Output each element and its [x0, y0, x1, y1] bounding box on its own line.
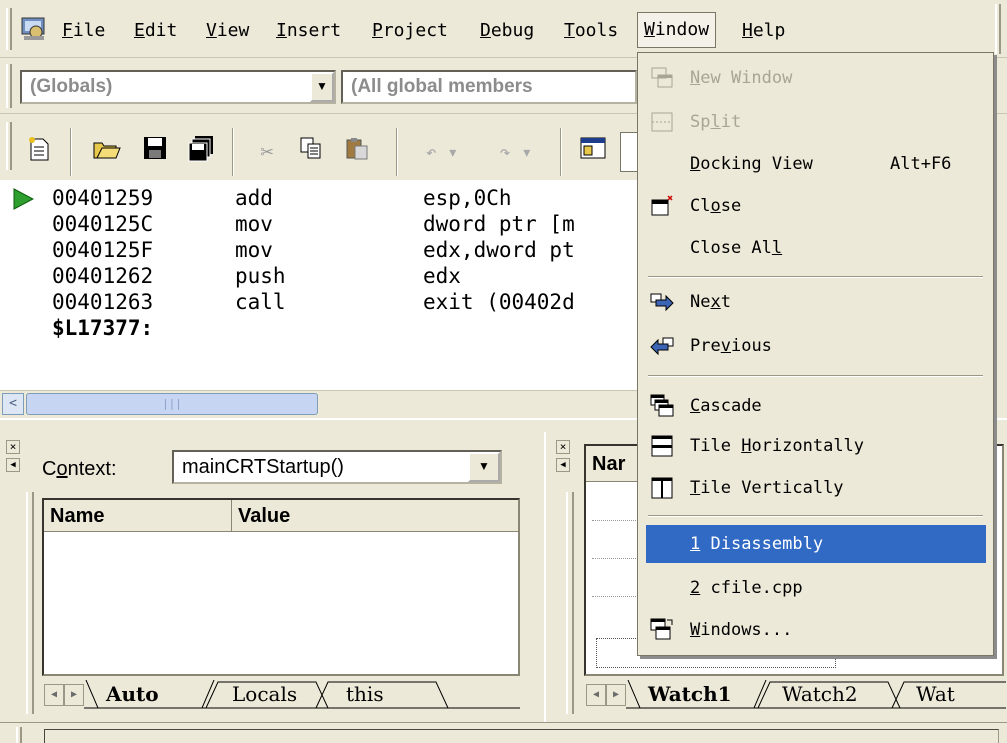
workspace-icon[interactable]: [576, 135, 610, 171]
tab-this[interactable]: this: [346, 680, 384, 708]
status-panel: [44, 729, 999, 743]
save-icon[interactable]: [138, 135, 172, 171]
disassembly-pane[interactable]: 00401259 add esp,0Ch 0040125C mov dword ptr …: [0, 180, 640, 392]
menubar-grip[interactable]: [6, 8, 12, 50]
watch-tab-strip: Watch1 Watch2 Wat: [626, 680, 1006, 710]
column-header-name[interactable]: Name: [44, 500, 232, 532]
menu-separator: [648, 515, 983, 517]
paste-icon: [340, 135, 374, 171]
windows-list-icon: [650, 618, 674, 642]
menu-window[interactable]: Window: [637, 12, 717, 48]
tab-scroll-right-icon[interactable]: ▶: [606, 684, 626, 706]
new-text-file-icon[interactable]: [22, 135, 56, 171]
menu-insert[interactable]: Insert: [270, 16, 347, 46]
menu-item-previous[interactable]: Previous: [640, 327, 988, 365]
tab-scroll-left-icon[interactable]: ◀: [586, 684, 606, 706]
pane-grip[interactable]: [566, 492, 574, 714]
menu-item-cascade[interactable]: Cascade: [640, 387, 988, 425]
variables-list[interactable]: Name Value: [42, 498, 520, 676]
menu-item-window-cfile[interactable]: 2 cfile.cpp: [640, 569, 988, 607]
members-value: (All global members: [351, 76, 533, 97]
close-window-icon: [650, 194, 674, 218]
context-label: Context:: [42, 458, 117, 480]
open-folder-icon[interactable]: [90, 135, 124, 171]
menu-item-docking-view[interactable]: Docking View Alt+F6: [640, 145, 988, 183]
window-menu: New Window Split Docking View Alt+F6 Clo…: [637, 52, 994, 656]
close-pane-icon[interactable]: ×: [6, 440, 20, 454]
menu-bar: File Edit View Insert Project Debug Tool…: [0, 0, 1007, 58]
next-arrow-icon: [650, 290, 674, 314]
close-pane-icon[interactable]: ×: [556, 440, 570, 454]
menu-item-split: Split: [640, 103, 988, 141]
code-label[interactable]: $L17377:: [52, 315, 153, 341]
cascade-icon: [650, 394, 674, 418]
menu-item-window-disassembly[interactable]: 1 Disassembly: [646, 525, 986, 563]
scope-combo[interactable]: (Globals) ▼: [20, 70, 336, 104]
variables-tab-strip: Auto Locals this: [84, 680, 520, 710]
pane-arrow-icon[interactable]: ◀: [556, 458, 570, 472]
copy-icon[interactable]: [294, 135, 328, 171]
menu-tools[interactable]: Tools: [558, 16, 624, 46]
tile-horizontal-icon: [650, 434, 674, 458]
tab-watch2[interactable]: Watch2: [782, 680, 858, 708]
tab-scroll-left-icon[interactable]: ◀: [44, 684, 64, 706]
status-bar: [0, 722, 1007, 743]
menu-edit[interactable]: Edit: [128, 16, 183, 46]
tab-scroll-right-icon[interactable]: ▶: [64, 684, 84, 706]
context-dropdown-icon[interactable]: ▼: [468, 452, 500, 482]
menu-item-close-all[interactable]: Close All: [640, 229, 988, 267]
menu-file[interactable]: File: [56, 16, 111, 46]
toolbar-separator: [560, 128, 562, 176]
menu-separator: [648, 276, 983, 278]
tile-vertical-icon: [650, 476, 674, 500]
status-grip: [16, 727, 22, 743]
scope-dropdown-icon[interactable]: ▼: [310, 72, 334, 102]
tab-watch1[interactable]: Watch1: [648, 680, 732, 708]
wizardbar-grip[interactable]: [6, 64, 12, 108]
toolbar-separator: [396, 128, 398, 176]
context-combo[interactable]: mainCRTStartup() ▼: [172, 450, 502, 484]
tab-watch3[interactable]: Wat: [916, 680, 955, 708]
menu-separator: [648, 375, 983, 377]
context-value: mainCRTStartup(): [182, 456, 344, 478]
scroll-left-icon[interactable]: <: [2, 393, 24, 415]
current-instruction-arrow-icon: [12, 188, 35, 216]
menu-item-windows[interactable]: Windows...: [640, 611, 988, 649]
toolbar-separator: [70, 128, 72, 176]
app-icon[interactable]: [20, 14, 48, 42]
menubar-end-grip: [995, 4, 1001, 54]
menu-help[interactable]: Help: [736, 16, 791, 46]
tab-locals[interactable]: Locals: [232, 680, 297, 708]
menu-item-next[interactable]: Next: [640, 283, 988, 321]
horizontal-scrollbar[interactable]: < |||: [0, 390, 640, 416]
toolbar-grip[interactable]: [6, 122, 12, 170]
tab-auto[interactable]: Auto: [106, 680, 159, 708]
menu-item-new-window: New Window: [640, 59, 988, 97]
previous-arrow-icon: [650, 334, 674, 358]
pane-arrow-icon[interactable]: ◀: [6, 458, 20, 472]
undo-icon: ↶ ▾: [425, 142, 459, 163]
save-all-icon[interactable]: [184, 135, 218, 171]
menu-debug[interactable]: Debug: [474, 16, 540, 46]
cut-icon: ✂: [260, 140, 274, 165]
scroll-thumb[interactable]: |||: [26, 393, 318, 415]
pane-grip[interactable]: [26, 492, 34, 714]
menu-project[interactable]: Project: [366, 16, 454, 46]
menu-item-tile-horizontally[interactable]: Tile Horizontally: [640, 427, 988, 465]
menu-item-close[interactable]: Close: [640, 187, 988, 225]
variables-pane: × ◀ Context: mainCRTStartup() ▼ Name Val…: [0, 432, 540, 722]
docking-shortcut: Alt+F6: [890, 154, 952, 174]
column-header-value[interactable]: Value: [232, 500, 518, 532]
split-icon: [650, 110, 674, 134]
redo-icon: ↷ ▾: [499, 142, 533, 163]
members-combo[interactable]: (All global members: [341, 70, 637, 104]
new-window-icon: [650, 66, 674, 90]
menu-item-tile-vertically[interactable]: Tile Vertically: [640, 469, 988, 507]
toolbar-separator: [232, 128, 234, 176]
scope-value: (Globals): [30, 76, 113, 97]
menu-view[interactable]: View: [200, 16, 255, 46]
